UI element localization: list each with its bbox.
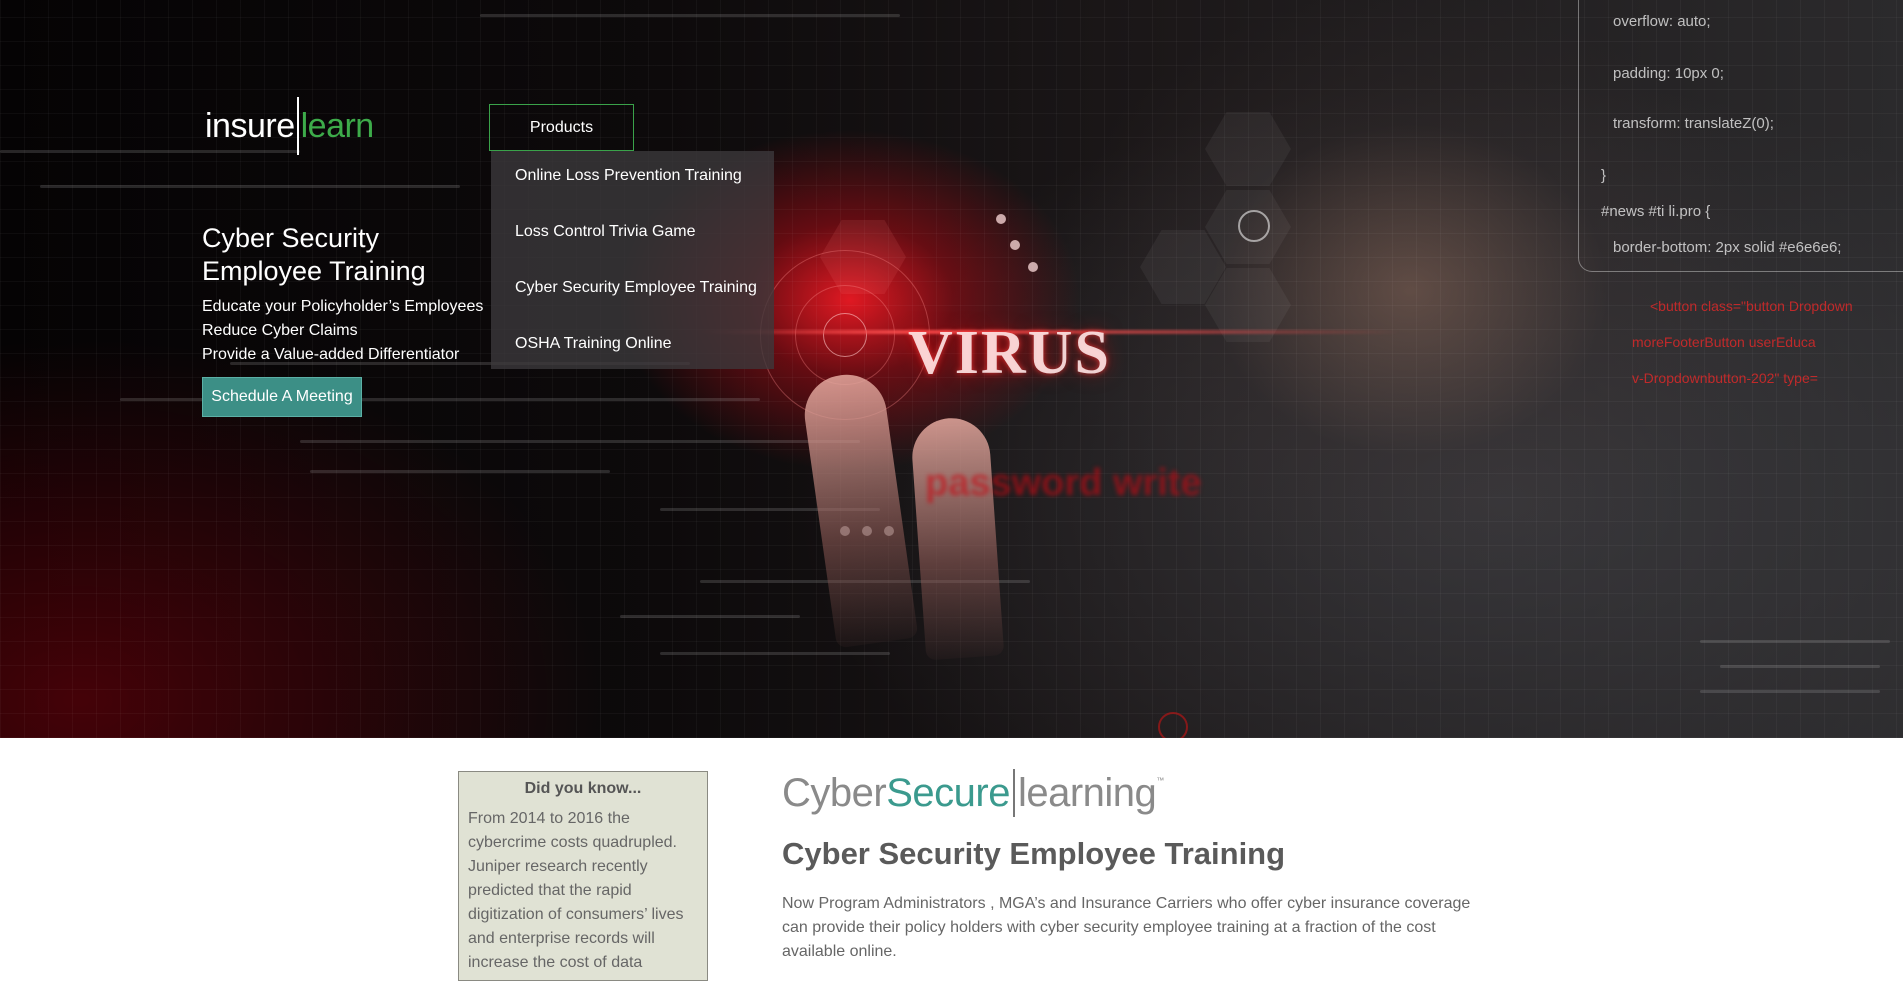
code-text: padding: 10px 0; (1613, 65, 1724, 82)
logo-text-secure: Secure (886, 770, 1010, 815)
hero-title-line2: Employee Training (202, 256, 426, 286)
logo-text-cyber: Cyber (782, 770, 887, 815)
code-text: overflow: auto; (1613, 13, 1711, 30)
code-red-line: v-Dropdownbutton-202" type= (1632, 370, 1818, 386)
code-panel-graphic: overflow: auto; padding: 10px 0; transfo… (1578, 0, 1903, 272)
virus-text-graphic: VIRUS (908, 319, 1111, 387)
schedule-meeting-button[interactable]: Schedule A Meeting (202, 377, 362, 417)
code-text: } (1601, 167, 1607, 184)
glow-dot (1028, 262, 1038, 272)
code-line (40, 185, 460, 188)
code-line (1700, 640, 1890, 643)
code-text: border-bottom: 2px solid #e6e6e6; (1613, 239, 1842, 256)
logo-divider (296, 97, 299, 155)
finger-shape (909, 415, 1005, 661)
code-red-line: moreFooterButton userEduca (1632, 334, 1816, 350)
code-red-line: <button class="button Dropdown (1650, 298, 1853, 314)
nav-products-button[interactable]: Products (489, 104, 634, 151)
magnifier-shape (1238, 210, 1270, 242)
code-line (1720, 665, 1880, 668)
glow-dot (996, 214, 1006, 224)
target-ring (1158, 712, 1188, 738)
did-you-know-body: From 2014 to 2016 the cybercrime costs q… (468, 810, 684, 971)
did-you-know-title: Did you know... (524, 780, 642, 797)
code-text: transform: translateZ(0); (1613, 115, 1774, 132)
insurelearn-logo[interactable]: insure learn (205, 96, 374, 156)
menu-item-online-loss-prevention-training[interactable]: Online Loss Prevention Training (515, 167, 742, 185)
menu-item-cyber-security-employee-training[interactable]: Cyber Security Employee Training (515, 279, 757, 297)
logo-text-insure: insure (205, 106, 295, 145)
glow-dot (1010, 240, 1020, 250)
products-dropdown-menu: Online Loss Prevention Training Loss Con… (491, 151, 774, 369)
logo-divider (1012, 769, 1015, 817)
hero-benefit-line: Provide a Value-added Differentiator (202, 346, 460, 363)
code-line (1700, 690, 1880, 693)
cybersecure-learning-logo: Cyber Secure learning ™ (782, 768, 1164, 818)
page-title: Cyber Security Employee Training (782, 836, 1286, 871)
hero-title-line1: Cyber Security (202, 223, 380, 253)
code-line (480, 14, 900, 17)
logo-text-learning: learning (1017, 770, 1157, 815)
menu-item-osha-training-online[interactable]: OSHA Training Online (515, 335, 672, 353)
trademark-symbol: ™ (1156, 776, 1164, 785)
password-text-graphic: password write (925, 462, 1202, 504)
page-description: Now Program Administrators , MGA’s and I… (782, 895, 1471, 960)
code-line (620, 615, 800, 618)
target-ring (823, 313, 867, 357)
code-line (310, 470, 610, 473)
code-line (300, 440, 860, 443)
hero-title: Cyber Security Employee Training (202, 222, 522, 288)
logo-text-learn: learn (300, 106, 375, 145)
code-text: #news #ti li.pro { (1601, 203, 1711, 220)
menu-item-loss-control-trivia-game[interactable]: Loss Control Trivia Game (515, 223, 696, 241)
code-line (660, 652, 890, 655)
did-you-know-box: Did you know... From 2014 to 2016 the cy… (458, 771, 708, 981)
hero-benefit-line: Educate your Policyholder’s Employees (202, 298, 484, 315)
hero-benefit-line: Reduce Cyber Claims (202, 322, 358, 339)
